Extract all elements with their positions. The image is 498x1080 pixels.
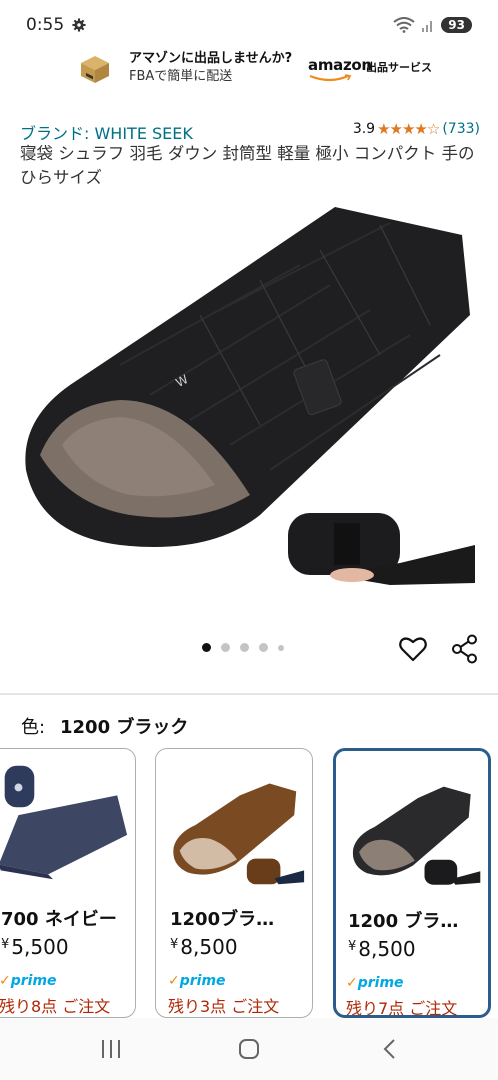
- battery-indicator: 93: [441, 17, 472, 33]
- home-icon[interactable]: [238, 1038, 260, 1060]
- variation-card-brown[interactable]: 1200ブラ… ¥8,500 ✓prime 残り3点 ご注文: [155, 748, 313, 1018]
- variation-price: ¥8,500: [348, 937, 416, 961]
- rating-value: 3.9: [352, 121, 376, 137]
- stock-status: 残り3点 ご注文: [168, 997, 280, 1016]
- gear-icon: [72, 18, 86, 32]
- brand-link[interactable]: ブランド: WHITE SEEK: [20, 120, 193, 144]
- share-icon[interactable]: [451, 634, 479, 664]
- product-title: 寝袋 シュラフ 羽毛 ダウン 封筒型 軽量 極小 コンパクト 手のひらサイズ: [20, 144, 475, 187]
- prime-badge: ✓prime: [0, 973, 57, 989]
- section-divider: [0, 693, 498, 695]
- back-icon[interactable]: [380, 1038, 402, 1060]
- variation-image: [0, 765, 128, 880]
- carousel-dot[interactable]: [202, 643, 211, 652]
- stock-status: 残り8点 ご注文: [0, 997, 111, 1016]
- star-rating-icon: ★★★★☆: [377, 120, 440, 138]
- seller-ad-banner[interactable]: アマゾンに出品しませんか? FBAで簡単に配送 amazon 出品サービス: [0, 44, 498, 94]
- variation-card-navy[interactable]: 700 ネイビー ¥5,500 ✓prime 残り8点 ご注文: [0, 748, 136, 1018]
- rating-summary[interactable]: 3.9 ★★★★☆ (733): [353, 120, 480, 138]
- prime-badge: ✓prime: [168, 973, 226, 989]
- carousel-dot[interactable]: [278, 644, 284, 651]
- carousel-dots[interactable]: [202, 643, 284, 652]
- variation-card-black[interactable]: 1200 ブラ… ¥8,500 ✓prime 残り7点 ご注文: [333, 748, 491, 1018]
- status-time: 0:55: [26, 15, 65, 35]
- prime-badge: ✓prime: [346, 975, 404, 991]
- ad-text: アマゾンに出品しませんか? FBAで簡単に配送: [129, 50, 292, 86]
- variation-selected-value: 1200 ブラック: [60, 717, 189, 738]
- variation-label: 色:: [21, 717, 46, 738]
- ad-subline: FBAで簡単に配送: [129, 69, 233, 84]
- variation-name: 700 ネイビー: [1, 909, 117, 930]
- wifi-icon: [393, 17, 415, 33]
- ad-headline: アマゾンに出品しませんか?: [129, 51, 293, 66]
- status-bar: 0:55 93: [0, 0, 498, 50]
- recent-apps-icon[interactable]: [100, 1038, 122, 1060]
- carousel-dot[interactable]: [259, 643, 268, 652]
- carousel-dot[interactable]: [221, 643, 230, 652]
- variation-image: [173, 783, 305, 885]
- stock-status: 残り7点 ご注文: [346, 999, 458, 1018]
- variation-name: 1200ブラ…: [170, 909, 275, 930]
- variation-image: [352, 786, 481, 885]
- package-box-icon: [81, 56, 109, 83]
- amazon-logo: amazon: [308, 56, 372, 74]
- variation-price: ¥5,500: [1, 935, 69, 959]
- rating-count[interactable]: (733): [442, 121, 480, 137]
- variation-name: 1200 ブラ…: [348, 911, 459, 932]
- system-nav-bar: [0, 1018, 498, 1080]
- amazon-service-label: 出品サービス: [366, 61, 432, 74]
- heart-icon[interactable]: [398, 634, 428, 664]
- product-image[interactable]: W: [0, 195, 498, 595]
- carousel-dot[interactable]: [240, 643, 249, 652]
- amazon-smile-icon: [309, 74, 352, 82]
- variation-price: ¥8,500: [170, 935, 238, 959]
- signal-icon: [422, 21, 433, 32]
